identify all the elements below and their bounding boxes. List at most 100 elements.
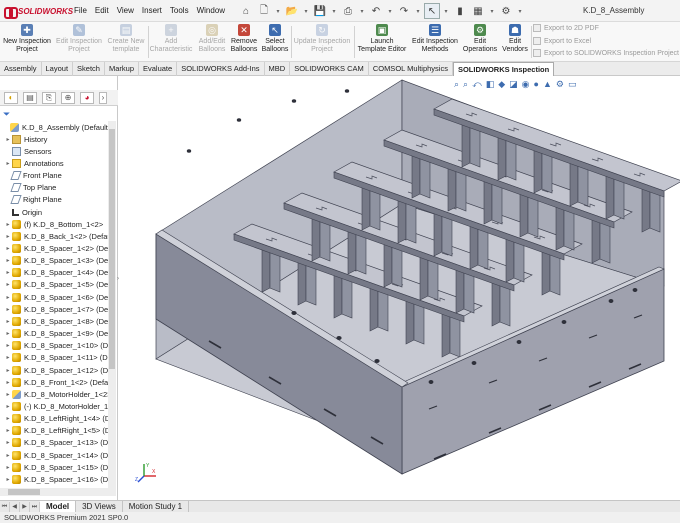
print-icon[interactable]: ⎙: [340, 3, 356, 19]
expand-arrow-icon[interactable]: ▸: [4, 221, 12, 228]
next-tab-icon[interactable]: ▶: [20, 501, 30, 512]
expand-arrow-icon[interactable]: ▸: [4, 427, 12, 434]
menu-edit[interactable]: Edit: [95, 6, 109, 15]
tab-solidworks-inspection[interactable]: SOLIDWORKS Inspection: [452, 62, 555, 76]
menu-file[interactable]: File: [74, 6, 87, 15]
expand-arrow-icon[interactable]: ▸: [4, 342, 12, 349]
expand-arrow-icon[interactable]: ▸: [4, 281, 12, 288]
expand-arrow-icon[interactable]: ▸: [4, 367, 12, 374]
tree-item-row[interactable]: Top Plane: [4, 182, 108, 194]
edit-operations-button[interactable]: ⚙ Edit Operations: [462, 24, 498, 60]
tab-assembly[interactable]: Assembly: [0, 62, 42, 76]
tree-item-row[interactable]: ▸ (f) K.D_8_Bottom_1<2>: [4, 218, 108, 230]
options-dropdown-icon[interactable]: ▾: [516, 3, 524, 19]
open-icon[interactable]: 📂: [284, 3, 300, 19]
tree-item-row[interactable]: ▸ (-) K.D_8_MotorHolder_1<3>: [4, 400, 108, 412]
tree-item-row[interactable]: ▸ K.D_8_Spacer_1<15> (Default): [4, 461, 108, 473]
expand-arrow-icon[interactable]: ▸: [4, 269, 12, 276]
add-characteristic-button[interactable]: + Add Characteristic: [150, 24, 192, 60]
new-inspection-project-button[interactable]: ✚ New Inspection Project: [2, 24, 52, 60]
tree-item-row[interactable]: ▸ K.D_8_Spacer_1<16> (Default): [4, 473, 108, 485]
new-dropdown-icon[interactable]: ▾: [274, 3, 282, 19]
edit-vendors-button[interactable]: ☗ Edit Vendors: [500, 24, 530, 60]
tree-item-row[interactable]: ▸ K.D_8_Spacer_1<9> (Default): [4, 328, 108, 340]
filter-icon[interactable]: ⏷: [3, 109, 10, 120]
solidworks-logo[interactable]: SOLIDWORKS: [4, 4, 73, 19]
select-balloons-button[interactable]: ↖ Select Balloons: [260, 24, 290, 60]
tree-item-row[interactable]: ▸ K.D_8_Spacer_1<3> (Default): [4, 255, 108, 267]
tree-item-row[interactable]: Sensors: [4, 145, 108, 157]
tree-item-row[interactable]: ▸ History: [4, 133, 108, 145]
expand-arrow-icon[interactable]: ▸: [4, 245, 12, 252]
export-excel-button[interactable]: Export to Excel: [533, 37, 591, 45]
expand-arrow-icon[interactable]: ▸: [4, 294, 12, 301]
expand-arrow-icon[interactable]: ▸: [4, 257, 12, 264]
tab-motion-study-1[interactable]: Motion Study 1: [123, 500, 190, 513]
expand-arrow-icon[interactable]: ▸: [4, 403, 12, 410]
add-edit-balloons-button[interactable]: ◎ Add/Edit Balloons: [196, 24, 228, 60]
display-manager-tab-icon[interactable]: ◕: [80, 91, 94, 104]
menu-tools[interactable]: Tools: [170, 6, 189, 15]
dimxpert-tab-icon[interactable]: ⊕: [61, 91, 75, 104]
expand-arrow-icon[interactable]: ▸: [4, 415, 12, 422]
tree-item-row[interactable]: Front Plane: [4, 170, 108, 182]
feature-tree-tab-icon[interactable]: ◐: [4, 91, 18, 104]
expand-arrow-icon[interactable]: ▸: [4, 160, 12, 167]
tree-item-row[interactable]: ▸ K.D_8_Spacer_1<4> (Default): [4, 267, 108, 279]
tree-item-row[interactable]: ▸ K.D_8_LeftRight_1<4> (Default): [4, 413, 108, 425]
menu-insert[interactable]: Insert: [142, 6, 162, 15]
options-gear-icon[interactable]: ⚙: [498, 3, 514, 19]
tree-item-row[interactable]: ▸ K.D_8_Spacer_1<13> (Default): [4, 437, 108, 449]
create-new-template-button[interactable]: ▤ Create New template: [105, 24, 147, 60]
redo-icon[interactable]: ↷: [396, 3, 412, 19]
tree-item-row[interactable]: ▸ Annotations: [4, 157, 108, 169]
expand-arrow-icon[interactable]: ▸: [4, 391, 12, 398]
select-dropdown-icon[interactable]: ▾: [442, 3, 450, 19]
expand-arrow-icon[interactable]: ▸: [4, 476, 12, 483]
tab-solidworks-cam[interactable]: SOLIDWORKS CAM: [290, 62, 369, 76]
tab-layout[interactable]: Layout: [42, 62, 74, 76]
tree-item-row[interactable]: ▸ K.D_8_Spacer_1<12> (Default): [4, 364, 108, 376]
first-tab-icon[interactable]: ⏮: [0, 501, 10, 512]
tab-3d-views[interactable]: 3D Views: [76, 500, 123, 513]
tree-item-row[interactable]: ▸ K.D_8_Spacer_1<8> (Default): [4, 315, 108, 327]
select-cursor-icon[interactable]: ↖: [424, 3, 440, 19]
configuration-manager-tab-icon[interactable]: ⎘: [42, 91, 56, 104]
tree-horizontal-scrollbar[interactable]: [0, 488, 108, 496]
tab-model[interactable]: Model: [40, 500, 77, 513]
save-dropdown-icon[interactable]: ▾: [330, 3, 338, 19]
expand-arrow-icon[interactable]: ▸: [4, 452, 12, 459]
expand-arrow-icon[interactable]: ▸: [4, 464, 12, 471]
undo-icon[interactable]: ↶: [368, 3, 384, 19]
tab-mbd[interactable]: MBD: [265, 62, 291, 76]
tree-item-row[interactable]: ▸ K.D_8_Spacer_1<2> (Default): [4, 243, 108, 255]
expand-arrow-icon[interactable]: ▸: [4, 354, 12, 361]
expand-arrow-icon[interactable]: ▸: [4, 306, 12, 313]
scrollbar-thumb[interactable]: [109, 129, 115, 369]
tree-item-row[interactable]: ▸ K.D_8_Spacer_1<6> (Default): [4, 291, 108, 303]
home-icon[interactable]: ⌂: [238, 3, 254, 19]
export-inspection-project-button[interactable]: Export to SOLIDWORKS Inspection Project: [533, 49, 679, 57]
undo-dropdown-icon[interactable]: ▾: [386, 3, 394, 19]
launch-template-editor-button[interactable]: ▣ Launch Template Editor: [356, 24, 408, 60]
remove-balloons-button[interactable]: ✕ Remove Balloons: [229, 24, 259, 60]
tree-item-row[interactable]: ▸ K.D_8_Spacer_1<11> (Default): [4, 352, 108, 364]
edit-inspection-project-button[interactable]: ✎ Edit Inspection Project: [54, 24, 104, 60]
expand-arrow-icon[interactable]: ▸: [4, 379, 12, 386]
graphics-area[interactable]: ⌕ ⌕ ⤺ ◧ ◆ ◪ ◉ ● ▲ ⚙ ▭ X Y Z: [119, 76, 680, 500]
tab-markup[interactable]: Markup: [105, 62, 139, 76]
more-tabs-icon[interactable]: ›: [99, 91, 107, 104]
new-document-icon[interactable]: 🗋: [256, 3, 272, 19]
expand-arrow-icon[interactable]: ▸: [4, 318, 12, 325]
tree-item-row[interactable]: ▸ K.D_8_LeftRight_1<5> (Default): [4, 425, 108, 437]
rebuild-icon[interactable]: ▦: [470, 3, 486, 19]
tab-solidworks-add-ins[interactable]: SOLIDWORKS Add-Ins: [177, 62, 265, 76]
expand-arrow-icon[interactable]: ▸: [4, 233, 12, 240]
expand-arrow-icon[interactable]: ▸: [4, 330, 12, 337]
scrollbar-thumb[interactable]: [8, 489, 40, 495]
print-dropdown-icon[interactable]: ▾: [358, 3, 366, 19]
rebuild-dropdown-icon[interactable]: ▾: [488, 3, 496, 19]
traffic-light-icon[interactable]: ▮: [452, 3, 468, 19]
tree-vertical-scrollbar[interactable]: [108, 121, 116, 496]
tree-item-row[interactable]: ▸ K.D_8_Spacer_1<10> (Default): [4, 340, 108, 352]
